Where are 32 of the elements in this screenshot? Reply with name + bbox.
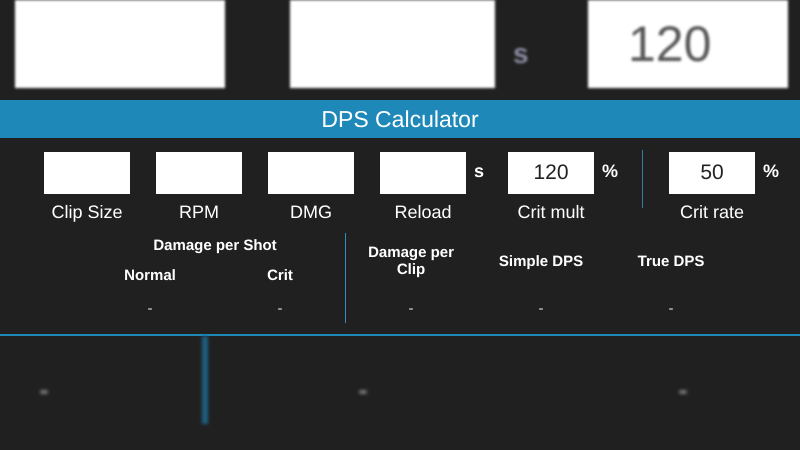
input-field[interactable] <box>268 152 354 194</box>
unit-label: s <box>513 38 530 70</box>
column-heading: Normal <box>124 266 176 286</box>
column-heading: True DPS <box>638 252 704 270</box>
input-field[interactable] <box>44 152 130 194</box>
column-heading: Simple DPS <box>498 252 584 270</box>
blurred-mark <box>40 390 48 394</box>
field-label: DMG <box>290 202 332 223</box>
field-label: RPM <box>179 202 219 223</box>
field-value: 120 <box>628 15 712 73</box>
input-field[interactable] <box>380 152 466 194</box>
unit-label: % <box>763 161 780 182</box>
column-heading: Damage per Shot <box>153 236 277 256</box>
column-heading: Damage per Clip <box>367 244 455 278</box>
unit-label: s <box>474 161 486 182</box>
blurred-mark <box>359 390 367 394</box>
field-label: Reload <box>394 202 452 223</box>
result-value: - <box>148 299 152 319</box>
input-field[interactable] <box>156 152 242 194</box>
column-heading: Crit <box>267 266 293 286</box>
field-label: Crit rate <box>680 202 744 223</box>
input-field[interactable]: 50 <box>669 152 755 194</box>
input-field[interactable]: 120 <box>508 152 594 194</box>
blurred-mark <box>679 390 687 394</box>
calculator-title: DPS Calculator <box>0 100 800 138</box>
field-label: Crit mult <box>518 202 584 223</box>
result-value: - <box>538 299 544 319</box>
result-value: - <box>408 299 414 319</box>
unit-label: % <box>602 161 620 182</box>
result-value: - <box>668 299 674 319</box>
field-label: Clip Size <box>51 202 123 223</box>
result-value: - <box>278 299 282 319</box>
